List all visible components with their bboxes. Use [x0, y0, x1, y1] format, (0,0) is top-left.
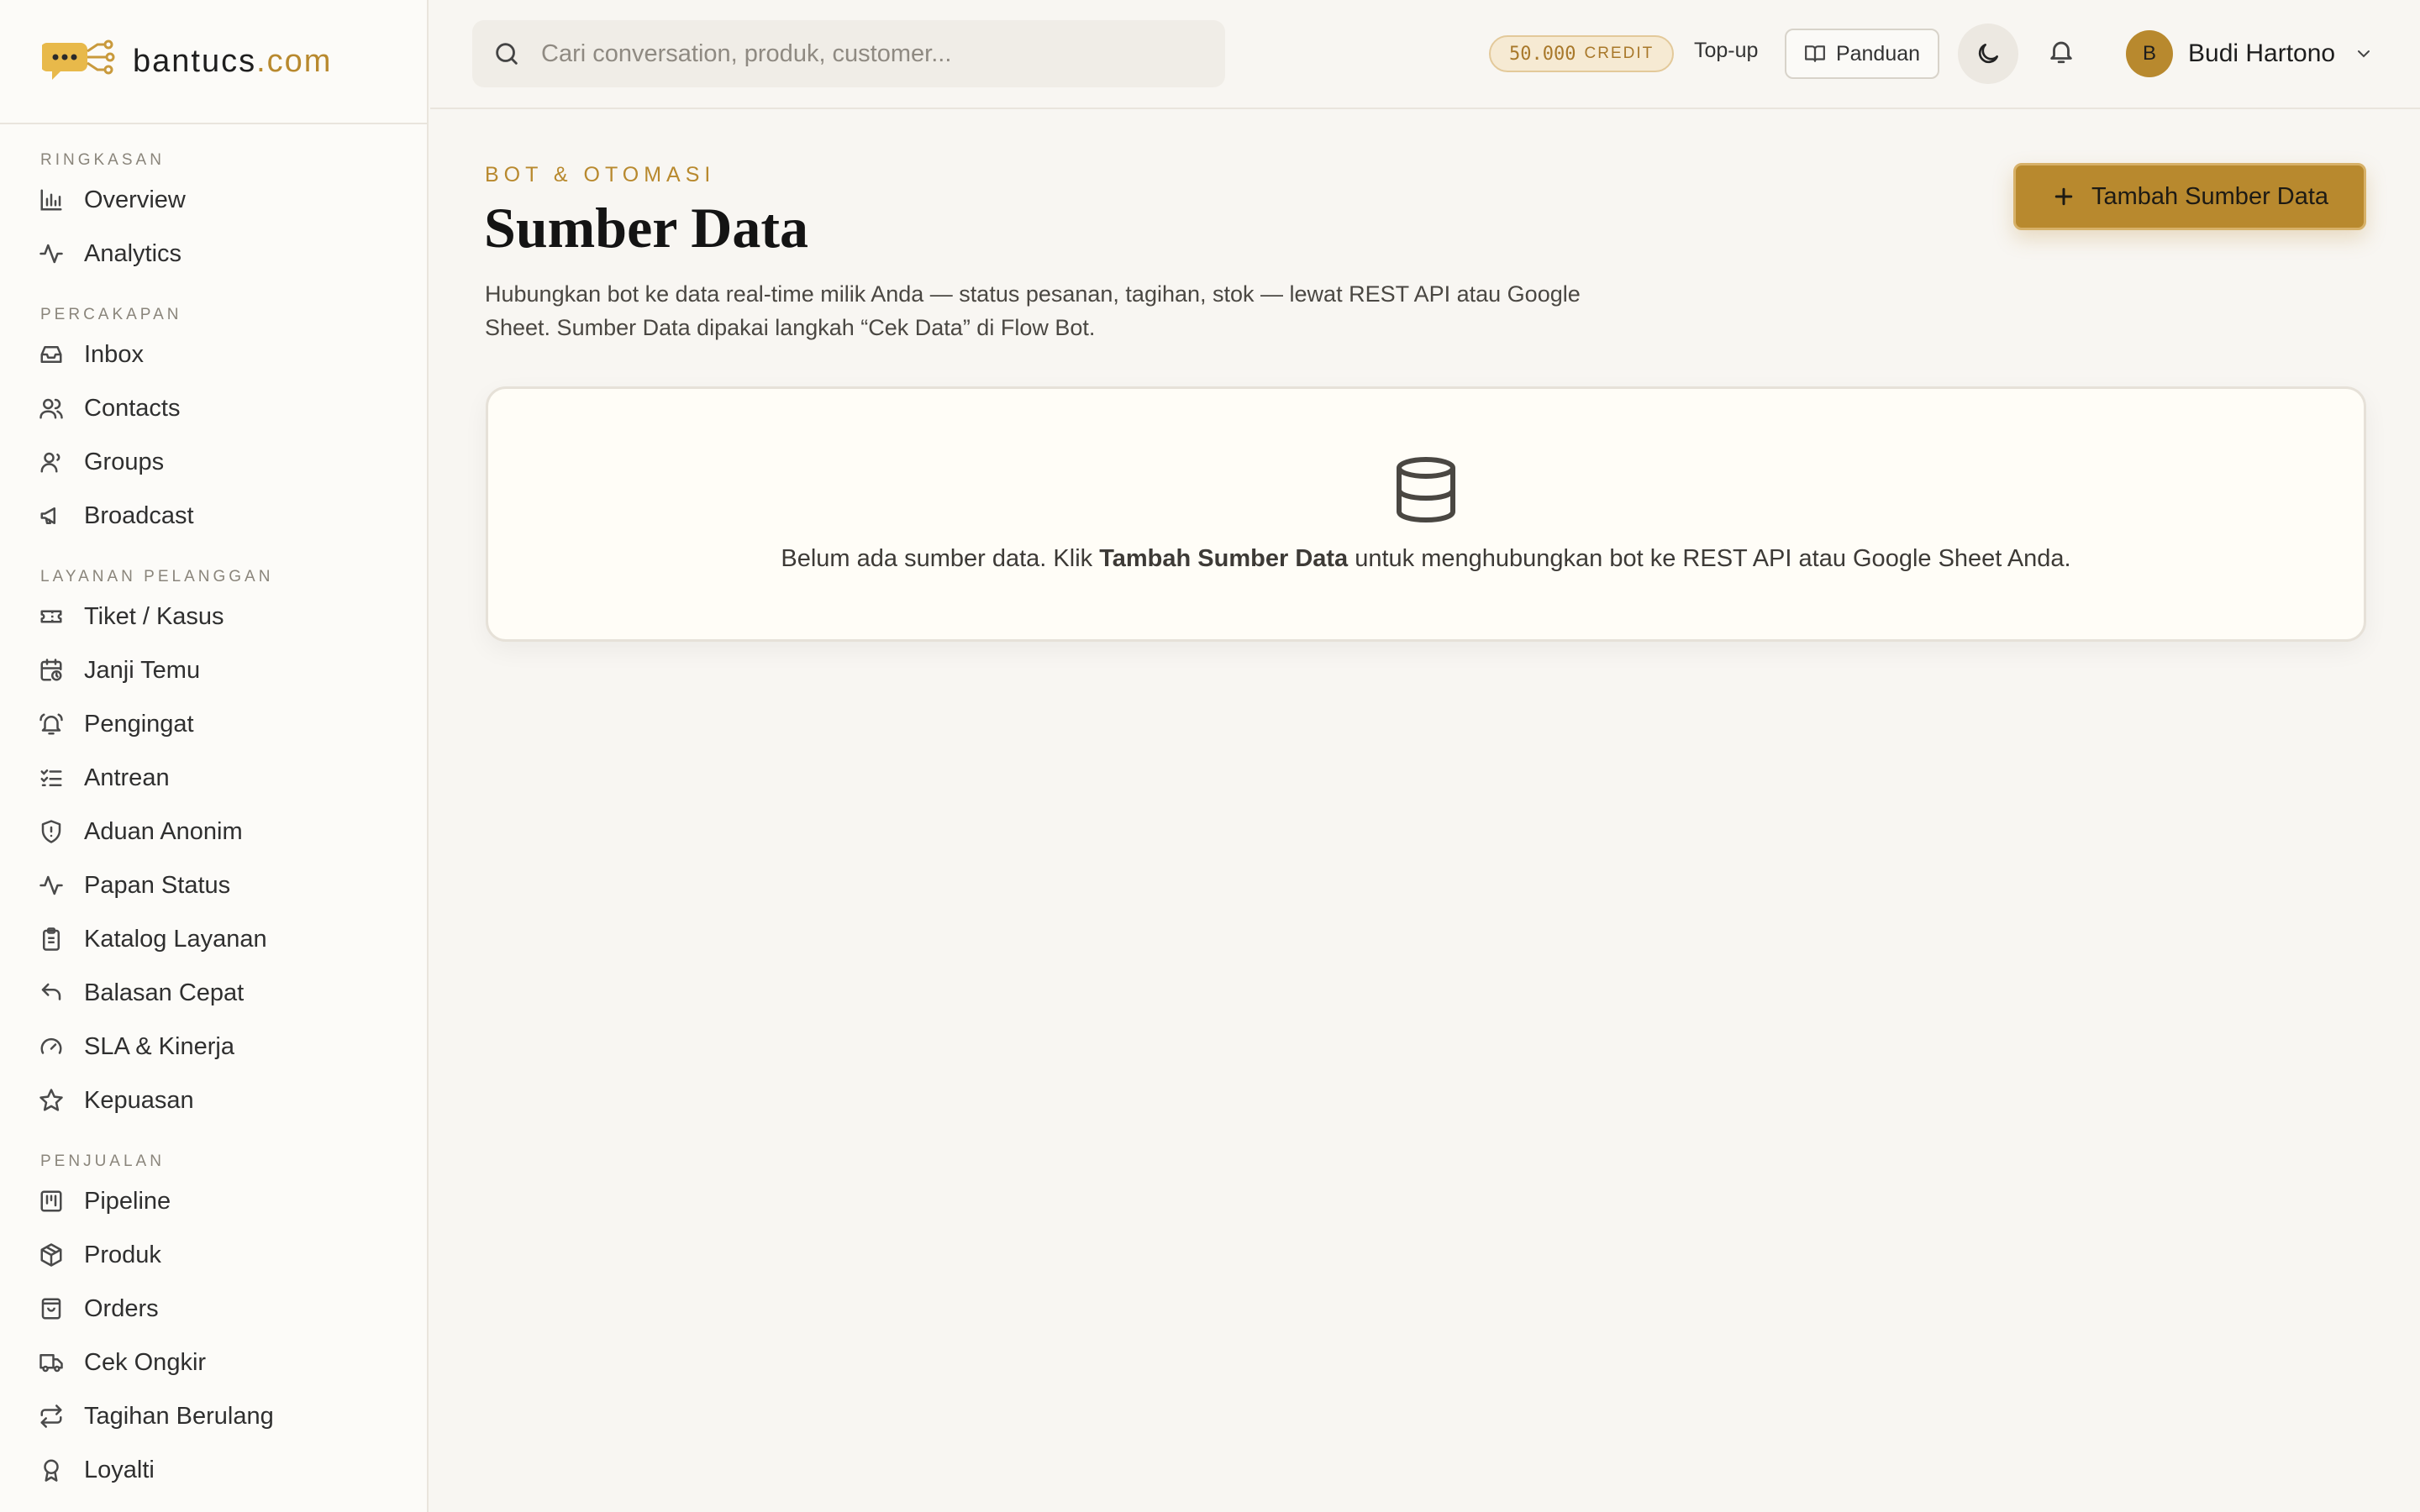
list-checks-icon	[39, 765, 64, 790]
gauge-icon	[39, 1034, 64, 1059]
empty-state-text: Belum ada sumber data. Klik Tambah Sumbe…	[781, 545, 2071, 572]
activity-icon	[39, 873, 64, 898]
megaphone-icon	[39, 503, 64, 528]
package-icon	[39, 1242, 64, 1268]
page-description: Hubungkan bot ke data real-time milik An…	[485, 281, 1581, 340]
sidebar-nav: RINGKASAN Overview Analytics PERCAKAPAN …	[0, 148, 427, 1497]
theme-toggle-button[interactable]	[1958, 24, 2018, 84]
sidebar-item-inbox[interactable]: Inbox	[0, 328, 427, 381]
avatar: B	[2126, 30, 2173, 77]
sidebar-item-produk[interactable]: Produk	[0, 1228, 427, 1282]
database-icon	[1394, 456, 1458, 523]
page-title: Sumber Data	[484, 196, 808, 260]
sidebar-item-pengingat[interactable]: Pengingat	[0, 697, 427, 751]
sidebar-item-overview[interactable]: Overview	[0, 173, 427, 227]
nav-section-title: RINGKASAN	[40, 151, 165, 169]
bar-chart-icon	[39, 187, 64, 213]
credit-amount: 50.000	[1509, 43, 1576, 65]
chevron-down-icon	[2358, 50, 2370, 58]
shopping-bag-icon	[39, 1296, 64, 1321]
sidebar-item-kepuasan[interactable]: Kepuasan	[0, 1074, 427, 1127]
reply-icon	[39, 980, 64, 1005]
sidebar-item-contacts[interactable]: Contacts	[0, 381, 427, 435]
sidebar-item-tagihan-berulang[interactable]: Tagihan Berulang	[0, 1389, 427, 1443]
sidebar-item-tiket-kasus[interactable]: Tiket / Kasus	[0, 590, 427, 643]
inbox-icon	[39, 342, 64, 367]
sidebar-item-loyalti[interactable]: Loyalti	[0, 1443, 427, 1497]
nav-section-title: PENJUALAN	[40, 1152, 165, 1170]
sidebar-item-janji-temu[interactable]: Janji Temu	[0, 643, 427, 697]
nav-section-title: PERCAKAPAN	[40, 306, 182, 323]
sidebar-item-sla-kinerja[interactable]: SLA & Kinerja	[0, 1020, 427, 1074]
search-box[interactable]	[472, 20, 1225, 87]
page-eyebrow: BOT & OTOMASI	[485, 163, 716, 186]
brand-name: bantucs	[133, 43, 257, 79]
kanban-icon	[39, 1189, 64, 1214]
sidebar-item-broadcast[interactable]: Broadcast	[0, 489, 427, 543]
guide-button[interactable]: Panduan	[1785, 29, 1939, 79]
calendar-clock-icon	[39, 658, 64, 683]
sidebar-item-orders[interactable]: Orders	[0, 1282, 427, 1336]
users-icon	[39, 396, 64, 421]
sidebar-item-balasan-cepat[interactable]: Balasan Cepat	[0, 966, 427, 1020]
sidebar-item-aduan-anonim[interactable]: Aduan Anonim	[0, 805, 427, 858]
topup-link[interactable]: Top-up	[1694, 39, 1758, 63]
brand[interactable]: bantucs.com	[0, 0, 427, 124]
empty-state-card: Belum ada sumber data. Klik Tambah Sumbe…	[486, 386, 2366, 642]
sidebar-item-analytics[interactable]: Analytics	[0, 227, 427, 281]
search-icon	[496, 43, 518, 65]
sidebar-item-antrean[interactable]: Antrean	[0, 751, 427, 805]
star-icon	[39, 1088, 64, 1113]
credit-unit: CREDIT	[1584, 45, 1655, 62]
bell-ring-icon	[39, 711, 64, 737]
sidebar: bantucs.com RINGKASAN Overview Analytics…	[0, 0, 429, 1512]
bell-icon	[2050, 41, 2072, 64]
repeat-icon	[39, 1404, 64, 1429]
sidebar-item-pipeline[interactable]: Pipeline	[0, 1174, 427, 1228]
group-icon	[39, 449, 64, 475]
book-open-icon	[1805, 45, 1825, 62]
empty-state-emphasis: Tambah Sumber Data	[1099, 545, 1349, 572]
sidebar-item-cek-ongkir[interactable]: Cek Ongkir	[0, 1336, 427, 1389]
credit-badge: 50.000 CREDIT	[1489, 35, 1675, 72]
guide-label: Panduan	[1835, 41, 1921, 66]
add-data-source-button[interactable]: Tambah Sumber Data	[2013, 163, 2366, 230]
clipboard-list-icon	[39, 927, 64, 952]
user-menu[interactable]: B Budi Hartono	[2126, 29, 2374, 79]
plus-icon	[2054, 187, 2073, 206]
top-bar: 50.000 CREDIT Top-up Panduan B Budi Hart…	[430, 0, 2420, 109]
ticket-icon	[39, 604, 64, 629]
notifications-button[interactable]	[2047, 37, 2081, 71]
sidebar-item-groups[interactable]: Groups	[0, 435, 427, 489]
sidebar-item-papan-status[interactable]: Papan Status	[0, 858, 427, 912]
shield-alert-icon	[39, 819, 64, 844]
nav-section-title: LAYANAN PELANGGAN	[40, 568, 274, 585]
truck-icon	[39, 1350, 64, 1375]
chat-bubble-logo-icon	[42, 39, 115, 80]
add-button-label: Tambah Sumber Data	[2091, 182, 2329, 210]
sidebar-item-katalog-layanan[interactable]: Katalog Layanan	[0, 912, 427, 966]
activity-icon	[39, 241, 64, 266]
search-input[interactable]	[541, 39, 1197, 68]
award-icon	[39, 1457, 64, 1483]
user-name: Budi Hartono	[2188, 39, 2336, 67]
moon-icon	[1978, 44, 1998, 64]
brand-suffix: .com	[256, 43, 333, 79]
